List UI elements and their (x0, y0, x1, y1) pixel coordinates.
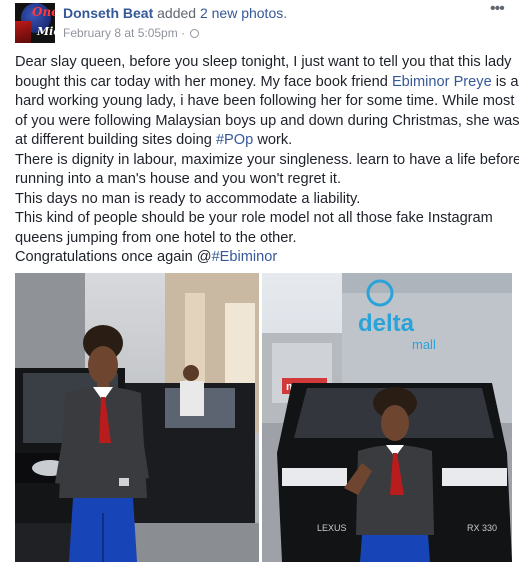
photos-link[interactable]: 2 new photos (200, 5, 283, 21)
post-text-line: hard working young lady, i have been fol… (15, 93, 515, 109)
post-photo-left[interactable] (15, 273, 259, 562)
globe-icon[interactable] (190, 29, 200, 38)
post-header: Donseth Beat added 2 new photos. (63, 5, 287, 21)
post-text-line: Dear slay queen, before you sleep tonigh… (15, 54, 512, 70)
post-text-line: bought this car today with her money. My… (15, 73, 519, 90)
post-body: Dear slay queen, before you sleep tonigh… (15, 53, 519, 268)
post-timestamp[interactable]: February 8 at 5:05pm (63, 26, 178, 40)
delta-mall-sign: delta (358, 310, 415, 337)
post-text-line: Congratulations once again @#Ebiminor (15, 249, 278, 265)
post-photo-right[interactable]: delta mall mrp LEXUS RX 330 (262, 273, 512, 562)
avatar[interactable]: One Mic (15, 3, 55, 43)
post-text-line: There is dignity in labour, maximize you… (15, 151, 519, 168)
post-text-line: This kind of people should be your role … (15, 210, 493, 226)
author-name[interactable]: Donseth Beat (63, 5, 153, 21)
post-text-line: running into a man's house and you won't… (15, 171, 342, 187)
hashtag-link[interactable]: #Ebiminor (212, 249, 278, 265)
action-suffix: . (283, 5, 288, 21)
post-meta: February 8 at 5:05pm · (63, 26, 200, 40)
car-badge: LEXUS (317, 523, 347, 533)
avatar-logo-text-top: One (32, 5, 55, 19)
avatar-logo-text-bottom: Mic (37, 25, 55, 38)
facebook-post: One Mic Donseth Beat added 2 new photos.… (0, 0, 519, 562)
mention-link[interactable]: Ebiminor Preye (392, 74, 492, 90)
photo-right-illustration: delta mall mrp LEXUS RX 330 (262, 273, 512, 562)
avatar-logo-accent (15, 21, 31, 43)
more-options-icon[interactable]: ••• (490, 1, 508, 17)
post-text-line: This days no man is ready to accommodate… (15, 190, 361, 207)
hashtag-link[interactable]: #POp (216, 132, 253, 148)
delta-mall-sign-sub: mall (412, 337, 436, 352)
post-text-line: queens jumping from one hotel to the oth… (15, 229, 297, 246)
post-text-line: of you were following Malaysian boys up … (15, 112, 519, 129)
post-text-line: at different building sites doing #POp w… (15, 132, 293, 148)
action-prefix: added (153, 5, 200, 21)
meta-separator: · (177, 26, 189, 40)
car-model: RX 330 (467, 523, 497, 533)
photo-left-illustration (15, 273, 259, 562)
